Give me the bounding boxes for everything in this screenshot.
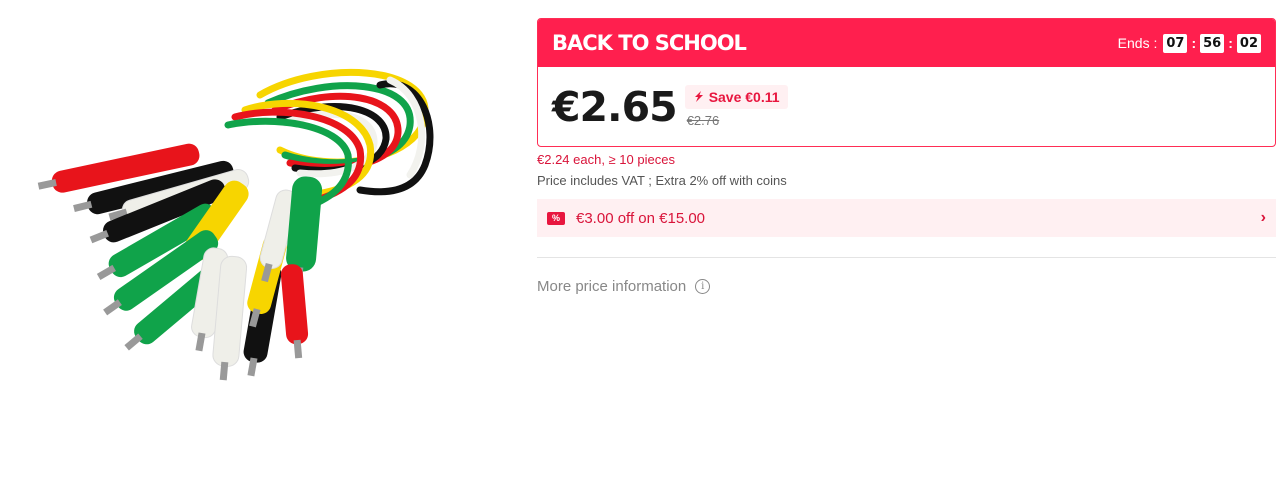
- countdown-separator: :: [1228, 35, 1233, 51]
- vat-note: Price includes VAT ; Extra 2% off with c…: [537, 173, 787, 188]
- divider: [537, 257, 1276, 258]
- countdown-minutes: 56: [1200, 33, 1225, 53]
- info-icon[interactable]: i: [695, 279, 711, 294]
- save-badge: Save €0.11: [684, 85, 788, 109]
- bulk-price: €2.24 each, ≥ 10 pieces: [537, 152, 675, 167]
- current-price: €2.65: [552, 82, 678, 131]
- original-price: €2.76: [686, 113, 720, 128]
- crocodile-clip-leads-illustration: [37, 68, 434, 381]
- promo-title: BACK TO SCHOOL: [552, 31, 747, 55]
- price-panel: BACK TO SCHOOL Ends : 07 : 56 : 02 €2.65…: [537, 18, 1276, 295]
- coupon-bar[interactable]: % €3.00 off on €15.00 ›: [537, 199, 1276, 237]
- save-amount: Save €0.11: [708, 89, 780, 105]
- more-price-information-link[interactable]: More price information i: [537, 278, 1276, 295]
- countdown-hours: 07: [1163, 33, 1188, 53]
- promo-body: €2.65 Save €0.11 €2.76: [538, 67, 1275, 146]
- coupon-icon: %: [547, 211, 565, 225]
- promo-header: BACK TO SCHOOL Ends : 07 : 56 : 02: [538, 19, 1275, 67]
- save-block: Save €0.11 €2.76: [684, 85, 788, 128]
- more-info-label: More price information: [537, 278, 687, 295]
- down-arrow-icon: [693, 90, 704, 105]
- coupon-text: €3.00 off on €15.00: [576, 209, 706, 227]
- countdown-separator: :: [1191, 35, 1197, 51]
- product-image[interactable]: [30, 55, 450, 395]
- chevron-right-icon[interactable]: ›: [1261, 209, 1266, 227]
- ends-label: Ends :: [1117, 35, 1158, 51]
- promo-box: BACK TO SCHOOL Ends : 07 : 56 : 02 €2.65…: [537, 18, 1276, 147]
- countdown-seconds: 02: [1236, 33, 1261, 53]
- countdown-timer: Ends : 07 : 56 : 02: [1117, 33, 1261, 53]
